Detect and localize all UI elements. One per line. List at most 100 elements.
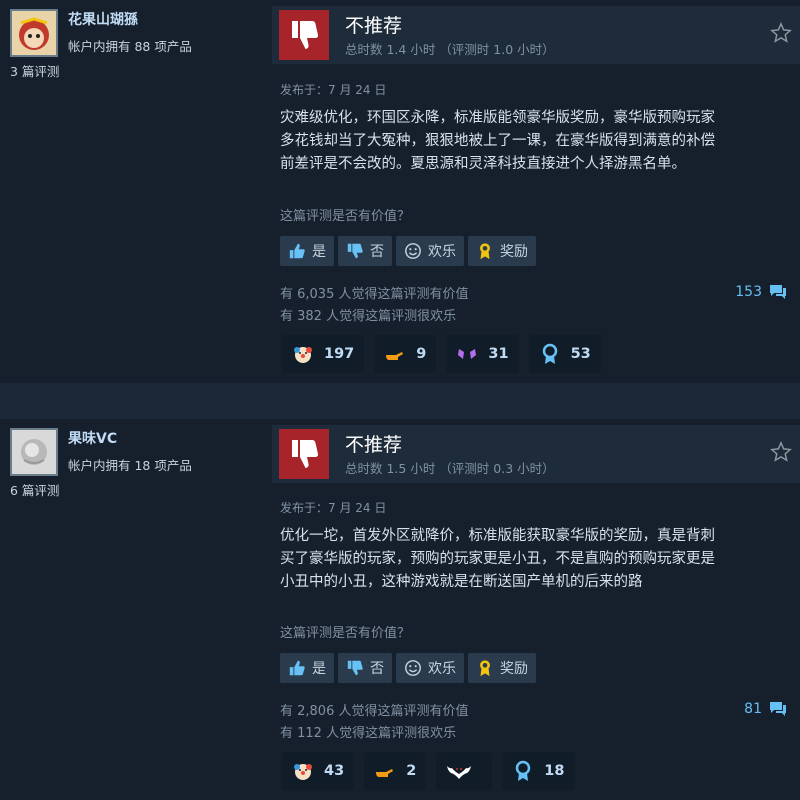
award-item[interactable]: 197	[282, 335, 365, 373]
review-count[interactable]: 6 篇评测	[10, 480, 59, 499]
award-item[interactable]	[436, 752, 493, 790]
hands-icon	[458, 349, 477, 359]
vote-no-label: 否	[370, 661, 384, 677]
thumbs-down-icon	[279, 10, 329, 60]
thumbs-up-icon	[289, 243, 305, 259]
review-line: 优化一坨，首发外区就降价，标准版能获取豪华版的奖励，真是背刺	[280, 528, 715, 544]
award-count: 31	[488, 346, 509, 362]
helpful-count: 有 2,806 人觉得这篇评测有价值	[280, 704, 469, 719]
vote-no-button[interactable]: 否	[338, 236, 392, 266]
review-content: 不推荐 总时数 1.5 小时 （评测时 0.3 小时） 发布于：7 月 24 日…	[272, 419, 800, 800]
clown-face-icon	[294, 764, 312, 780]
comments-link[interactable]: 153	[735, 282, 788, 302]
posted-date: 发布于：7 月 24 日	[280, 83, 387, 97]
review-content: 不推荐 总时数 1.4 小时 （评测时 1.0 小时） 发布于：7 月 24 日…	[272, 0, 800, 383]
award-ribbon-icon	[480, 243, 490, 260]
star-icon[interactable]	[770, 441, 792, 467]
reviewer-panel: 果味VC 帐户内拥有 18 项产品 6 篇评测	[0, 419, 270, 800]
review-line: 小丑中的小丑，这种游戏就是在断送国产单机的后来的路	[280, 574, 643, 590]
reviewer-panel: 花果山瑚猻 帐户内拥有 88 项产品 3 篇评测	[0, 0, 270, 383]
vote-funny-button[interactable]: 欢乐	[396, 653, 464, 683]
smiley-icon	[405, 243, 421, 259]
avatar[interactable]	[10, 9, 58, 57]
review-count[interactable]: 3 篇评测	[10, 61, 59, 80]
thumbs-down-icon	[347, 243, 363, 259]
smiley-icon	[405, 660, 421, 676]
star-icon[interactable]	[770, 22, 792, 48]
review-stats: 有 6,035 人觉得这篇评测有价值 有 382 人觉得这篇评测很欢乐	[280, 284, 468, 328]
vote-header[interactable]: 不推荐 总时数 1.4 小时 （评测时 1.0 小时）	[272, 6, 800, 64]
awards-row: 43 2 18	[282, 752, 575, 790]
posted-date: 发布于：7 月 24 日	[280, 501, 387, 515]
vote-yes-label: 是	[312, 661, 326, 677]
award-count: 197	[324, 346, 355, 362]
comment-count: 81	[744, 701, 762, 717]
award-count: 53	[570, 346, 591, 362]
medal-icon	[542, 343, 557, 364]
review-body: 灾难级优化，环国区永降，标准版能领豪华版奖励，豪华版预购玩家 多花钱却当了大冤种…	[280, 107, 792, 176]
award-count: 9	[416, 346, 427, 362]
helpful-question: 这篇评测是否有价值？	[280, 626, 411, 641]
comments-link[interactable]: 81	[744, 699, 788, 719]
playtime: 总时数 1.5 小时 （评测时 0.3 小时）	[345, 461, 555, 476]
comment-count: 153	[735, 284, 762, 300]
vote-no-button[interactable]: 否	[338, 653, 392, 683]
medal-icon	[516, 760, 531, 781]
review-body: 优化一坨，首发外区就降价，标准版能获取豪华版的奖励，真是背刺 买了豪华版的玩家，…	[280, 525, 792, 594]
award-count: 18	[544, 763, 565, 779]
thumbs-up-icon	[289, 660, 305, 676]
vote-header[interactable]: 不推荐 总时数 1.5 小时 （评测时 0.3 小时）	[272, 425, 800, 483]
award-count: 2	[406, 763, 417, 779]
review-line: 灾难级优化，环国区永降，标准版能领豪华版奖励，豪华版预购玩家	[280, 110, 715, 126]
awards-row: 197 9 31 53	[282, 335, 601, 373]
review-line: 前差评是不会改的。夏思源和灵泽科技直接进个人择游黑名单。	[280, 156, 686, 172]
vote-yes-button[interactable]: 是	[280, 653, 334, 683]
thumbs-down-icon	[347, 660, 363, 676]
pointing-hand-icon	[376, 769, 394, 777]
vote-funny-button[interactable]: 欢乐	[396, 236, 464, 266]
clown-face-icon	[294, 347, 312, 363]
vote-no-label: 否	[370, 244, 384, 260]
username[interactable]: 果味VC	[68, 428, 117, 448]
award-label: 奖励	[500, 661, 528, 677]
award-item[interactable]: 31	[446, 335, 519, 373]
vote-yes-button[interactable]: 是	[280, 236, 334, 266]
award-button[interactable]: 奖励	[468, 236, 536, 266]
comment-icon	[770, 702, 786, 716]
vote-funny-label: 欢乐	[428, 244, 456, 260]
review-line: 买了豪华版的玩家，预购的玩家更是小丑，不是直购的预购玩家更是	[280, 551, 715, 567]
thumbs-down-icon	[279, 429, 329, 479]
award-label: 奖励	[500, 244, 528, 260]
username[interactable]: 花果山瑚猻	[68, 9, 138, 29]
verdict: 不推荐	[345, 434, 403, 456]
review-stats: 有 2,806 人觉得这篇评测有价值 有 112 人觉得这篇评测很欢乐	[280, 701, 468, 745]
vote-funny-label: 欢乐	[428, 661, 456, 677]
award-item[interactable]: 53	[528, 335, 601, 373]
vote-buttons: 是 否 欢乐 奖励	[280, 236, 536, 266]
review-card: 花果山瑚猻 帐户内拥有 88 项产品 3 篇评测 不推荐 总时数 1.4 小时 …	[0, 0, 800, 383]
bat-icon	[447, 766, 472, 779]
funny-count: 有 112 人觉得这篇评测很欢乐	[280, 726, 457, 741]
award-item[interactable]: 43	[282, 752, 355, 790]
review-separator	[0, 383, 800, 419]
products-owned[interactable]: 帐户内拥有 18 项产品	[68, 455, 192, 474]
funny-count: 有 382 人觉得这篇评测很欢乐	[280, 309, 457, 324]
award-item[interactable]: 9	[374, 335, 437, 373]
award-ribbon-icon	[480, 660, 490, 677]
products-owned[interactable]: 帐户内拥有 88 项产品	[68, 36, 192, 55]
review-card: 果味VC 帐户内拥有 18 项产品 6 篇评测 不推荐 总时数 1.5 小时 （…	[0, 419, 800, 800]
review-line: 多花钱却当了大冤种，狠狠地被上了一课，在豪华版得到满意的补偿	[280, 133, 715, 149]
avatar[interactable]	[10, 428, 58, 476]
vote-yes-label: 是	[312, 244, 326, 260]
award-button[interactable]: 奖励	[468, 653, 536, 683]
vote-buttons: 是 否 欢乐 奖励	[280, 653, 536, 683]
award-count: 43	[324, 763, 345, 779]
verdict: 不推荐	[345, 15, 403, 37]
comment-icon	[770, 285, 786, 299]
playtime: 总时数 1.4 小时 （评测时 1.0 小时）	[345, 42, 555, 57]
helpful-question: 这篇评测是否有价值？	[280, 209, 411, 224]
pointing-hand-icon	[386, 352, 404, 360]
helpful-count: 有 6,035 人觉得这篇评测有价值	[280, 287, 469, 302]
award-item[interactable]: 2	[364, 752, 427, 790]
award-item[interactable]: 18	[502, 752, 575, 790]
